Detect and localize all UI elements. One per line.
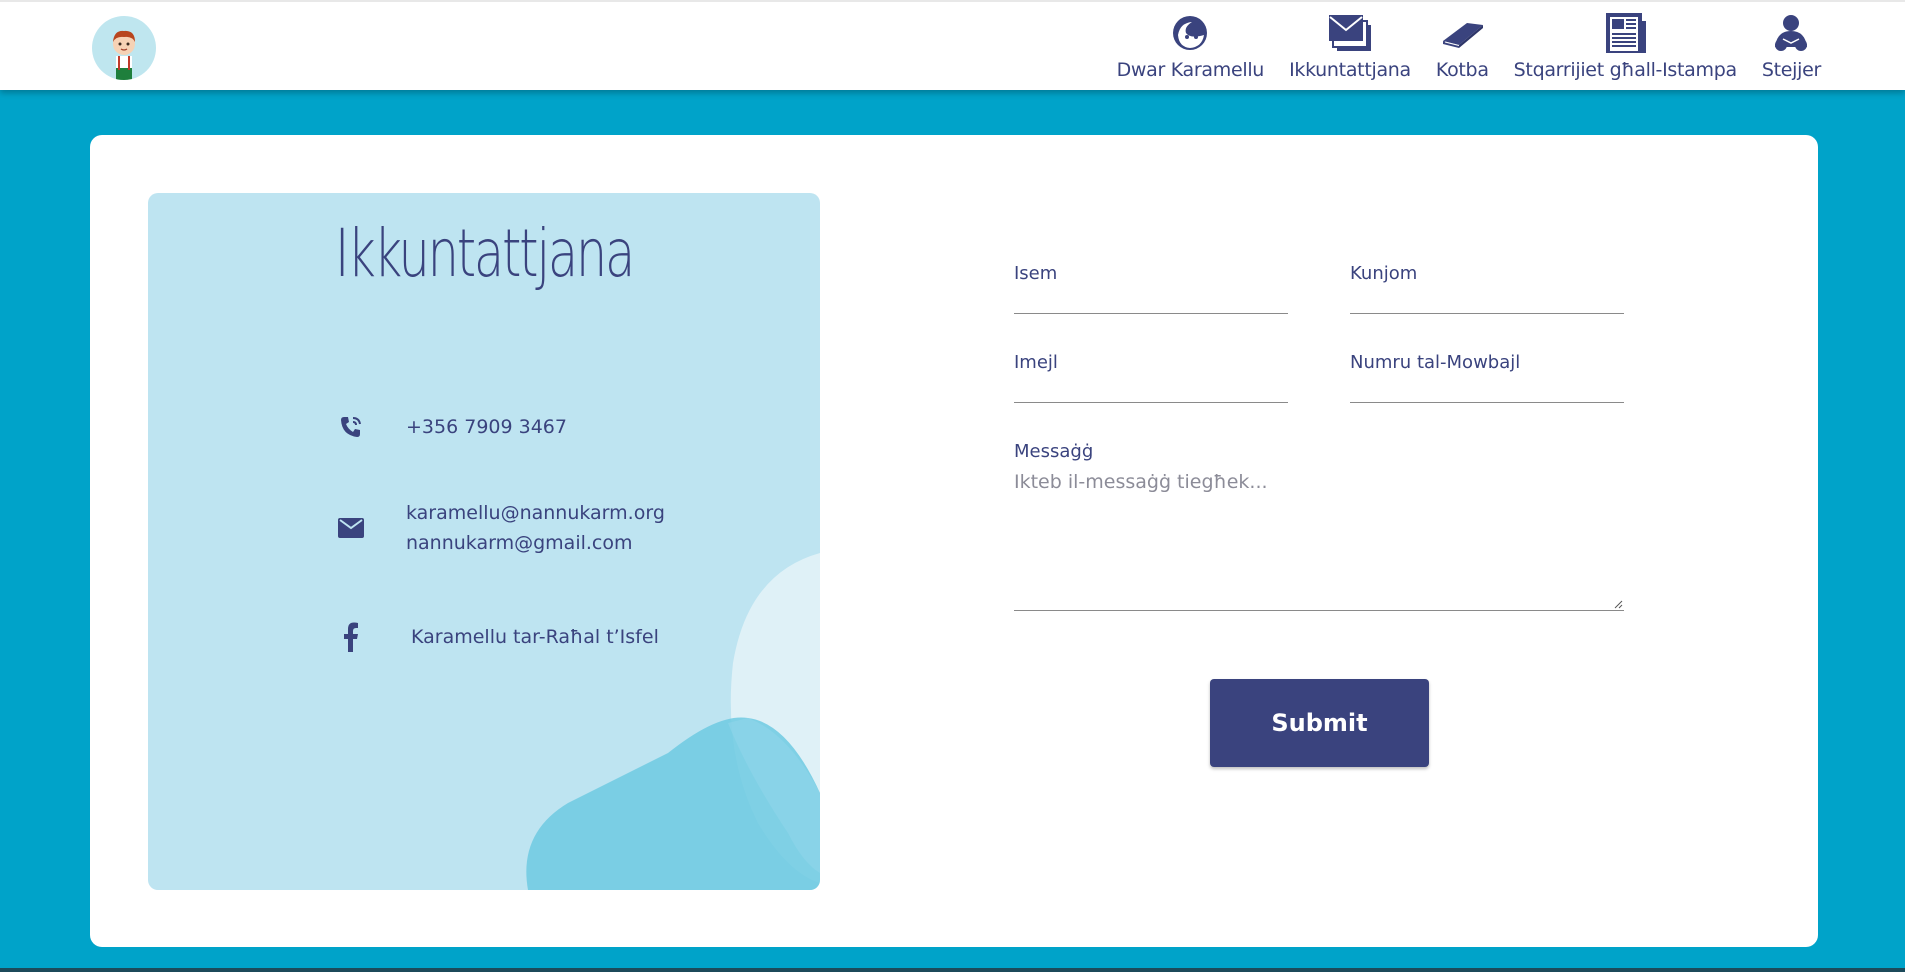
nav-label: Kotba bbox=[1435, 59, 1489, 81]
main-nav: Dwar Karamellu Ikkuntattjana Kotba Stqar… bbox=[1117, 2, 1905, 92]
email-address[interactable]: karamellu@nannukarm.org bbox=[406, 498, 665, 528]
email-field: Imejl bbox=[1014, 352, 1288, 403]
resize-grip-icon[interactable] bbox=[1614, 600, 1623, 609]
first-name-label: Isem bbox=[1014, 263, 1058, 284]
facebook-icon bbox=[336, 622, 366, 652]
page-bottom-edge bbox=[0, 968, 1905, 972]
nav-item-about[interactable]: Dwar Karamellu bbox=[1116, 2, 1265, 81]
nav-label: Stqarrijiet għall-Istampa bbox=[1513, 59, 1737, 81]
nav-label: Ikkuntattjana bbox=[1289, 59, 1411, 81]
message-field: Messaġġ bbox=[1014, 441, 1624, 462]
nav-item-press-releases[interactable]: Stqarrijiet għall-Istampa bbox=[1514, 2, 1737, 81]
facebook-row: Karamellu tar-Raħal t’Isfel bbox=[336, 622, 659, 652]
nav-item-contact[interactable]: Ikkuntattjana bbox=[1289, 2, 1411, 81]
phone-number[interactable]: +356 7909 3467 bbox=[406, 412, 567, 442]
mail-icon bbox=[336, 513, 366, 543]
message-label: Messaġġ bbox=[1014, 441, 1094, 462]
field-underline bbox=[1014, 402, 1288, 403]
email-input[interactable] bbox=[1014, 376, 1288, 402]
email-list: karamellu@nannukarm.org nannukarm@gmail.… bbox=[406, 498, 665, 558]
mobile-input[interactable] bbox=[1350, 376, 1624, 402]
contact-info-panel: Ikkuntattjana +356 7909 3467 karamellu@n… bbox=[148, 193, 820, 890]
karamellu-logo[interactable] bbox=[92, 16, 156, 80]
field-underline bbox=[1350, 402, 1624, 403]
top-navigation-bar: Dwar Karamellu Ikkuntattjana Kotba Stqar… bbox=[0, 0, 1905, 90]
boy-character-icon bbox=[113, 30, 135, 80]
reader-icon bbox=[1769, 11, 1813, 55]
book-icon bbox=[1439, 11, 1485, 55]
surname-input[interactable] bbox=[1350, 287, 1624, 313]
nav-label: Dwar Karamellu bbox=[1116, 59, 1265, 81]
surname-field: Kunjom bbox=[1350, 263, 1624, 314]
email-label: Imejl bbox=[1014, 352, 1058, 373]
phone-icon bbox=[336, 412, 366, 442]
message-textarea[interactable] bbox=[1014, 471, 1624, 611]
field-underline bbox=[1014, 313, 1288, 314]
facebook-page[interactable]: Karamellu tar-Raħal t’Isfel bbox=[411, 622, 659, 652]
first-name-input[interactable] bbox=[1014, 287, 1288, 313]
nav-item-stories[interactable]: Stejjer bbox=[1762, 2, 1821, 81]
face-icon bbox=[1170, 11, 1210, 55]
first-name-field: Isem bbox=[1014, 263, 1288, 314]
email-row: karamellu@nannukarm.org nannukarm@gmail.… bbox=[336, 498, 665, 558]
mobile-field: Numru tal-Mowbajl bbox=[1350, 352, 1624, 403]
surname-label: Kunjom bbox=[1350, 263, 1418, 284]
newspaper-icon bbox=[1602, 11, 1648, 55]
mobile-label: Numru tal-Mowbajl bbox=[1350, 352, 1521, 373]
contact-card: Ikkuntattjana +356 7909 3467 karamellu@n… bbox=[90, 135, 1818, 947]
email-address[interactable]: nannukarm@gmail.com bbox=[406, 528, 665, 558]
submit-button[interactable]: Submit bbox=[1210, 679, 1429, 767]
nav-item-books[interactable]: Kotba bbox=[1436, 2, 1489, 81]
phone-row: +356 7909 3467 bbox=[336, 412, 567, 442]
envelopes-icon bbox=[1327, 11, 1373, 55]
nav-label: Stejjer bbox=[1761, 59, 1821, 81]
field-underline bbox=[1350, 313, 1624, 314]
contact-title: Ikkuntattjana bbox=[334, 215, 636, 292]
